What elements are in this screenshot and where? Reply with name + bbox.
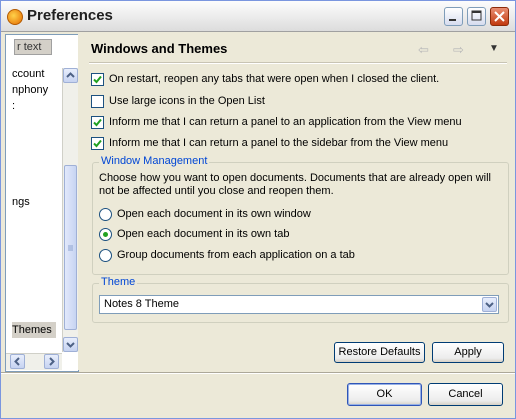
checkbox-label: Inform me that I can return a panel to t… (109, 137, 449, 149)
chevron-right-icon (49, 357, 55, 366)
radio-label: Open each document in its own tab (117, 228, 290, 240)
chevron-left-icon (14, 357, 20, 366)
window-title: Preferences (27, 7, 113, 24)
restore-defaults-button[interactable]: Restore Defaults (334, 342, 425, 363)
checkbox-return-panel-application[interactable]: Inform me that I can return a panel to a… (91, 114, 462, 130)
app-icon (7, 9, 23, 25)
close-icon (494, 11, 505, 22)
scroll-right-button[interactable] (44, 354, 59, 369)
tree-item-symphony[interactable]: nphony (12, 84, 48, 96)
tree-item-settings[interactable]: ngs (12, 196, 30, 208)
check-icon (93, 139, 102, 147)
tree-item-themes[interactable]: Themes (12, 324, 52, 336)
scroll-up-button[interactable] (63, 68, 78, 83)
grip-icon (68, 245, 73, 251)
tree-horizontal-scrollbar[interactable] (6, 353, 62, 370)
maximize-icon (471, 10, 482, 21)
minimize-icon (449, 19, 456, 21)
ok-button[interactable]: OK (347, 383, 422, 406)
radio-group-documents[interactable]: Group documents from each application on… (99, 247, 355, 263)
radio-label: Open each document in its own window (117, 208, 311, 220)
group-title: Window Management (99, 155, 210, 167)
tree-item-accounts[interactable]: ccount (12, 68, 44, 80)
radio-circle[interactable] (99, 207, 112, 221)
preference-page: Windows and Themes ⇦ ⇨ ▼ On restart, reo… (83, 34, 513, 370)
checkbox-box[interactable] (91, 115, 104, 129)
radio-own-window[interactable]: Open each document in its own window (99, 206, 311, 222)
title-bar[interactable]: Preferences (1, 1, 515, 32)
radio-dot-icon (103, 231, 108, 237)
window-management-group: Window Management Choose how you want to… (92, 155, 509, 275)
scroll-left-button[interactable] (10, 354, 25, 369)
check-icon (93, 75, 102, 83)
chevron-down-icon (485, 302, 494, 308)
tree-vertical-scrollbar[interactable] (62, 68, 78, 352)
theme-group: Theme Notes 8 Theme (92, 276, 509, 323)
checkbox-label: Use large icons in the Open List (109, 95, 265, 107)
tree-item-partial[interactable]: : (12, 100, 15, 112)
filter-input[interactable]: r text (14, 39, 52, 55)
maximize-button[interactable] (467, 7, 486, 26)
theme-select[interactable]: Notes 8 Theme (99, 295, 499, 314)
checkbox-box[interactable] (91, 136, 104, 150)
cancel-button[interactable]: Cancel (428, 383, 503, 406)
checkbox-box[interactable] (91, 94, 104, 108)
minimize-button[interactable] (444, 7, 463, 26)
radio-circle[interactable] (99, 227, 112, 241)
panel-splitter[interactable] (78, 34, 81, 370)
page-title: Windows and Themes (91, 41, 228, 56)
radio-own-tab[interactable]: Open each document in its own tab (99, 226, 289, 242)
menu-dropdown-icon[interactable]: ▼ (489, 43, 499, 54)
window-management-description: Choose how you want to open documents. D… (99, 172, 491, 197)
radio-label: Group documents from each application on… (117, 249, 355, 261)
chevron-up-icon (66, 72, 75, 78)
checkbox-large-icons[interactable]: Use large icons in the Open List (91, 93, 265, 109)
back-arrow-icon[interactable]: ⇦ (418, 42, 429, 58)
radio-circle[interactable] (99, 248, 112, 262)
preferences-dialog: Preferences r text ccount nphony : ngs T… (0, 0, 516, 419)
forward-arrow-icon[interactable]: ⇨ (453, 42, 464, 58)
scroll-thumb[interactable] (64, 165, 77, 330)
checkbox-return-panel-sidebar[interactable]: Inform me that I can return a panel to t… (91, 135, 448, 151)
close-button[interactable] (490, 7, 509, 26)
checkbox-label: On restart, reopen any tabs that were op… (109, 73, 440, 85)
title-separator (89, 62, 507, 64)
chevron-down-icon (66, 342, 75, 348)
checkbox-label: Inform me that I can return a panel to a… (109, 116, 462, 128)
footer-separator (1, 372, 515, 374)
scroll-down-button[interactable] (63, 337, 78, 352)
preferences-tree[interactable]: r text ccount nphony : ngs Themes (5, 34, 79, 372)
checkbox-box[interactable] (91, 72, 104, 86)
theme-select-value: Notes 8 Theme (104, 298, 180, 310)
checkbox-reopen-tabs[interactable]: On restart, reopen any tabs that were op… (91, 71, 439, 87)
group-title: Theme (99, 276, 138, 288)
apply-button[interactable]: Apply (432, 342, 504, 363)
dropdown-button[interactable] (482, 297, 497, 312)
check-icon (93, 118, 102, 126)
